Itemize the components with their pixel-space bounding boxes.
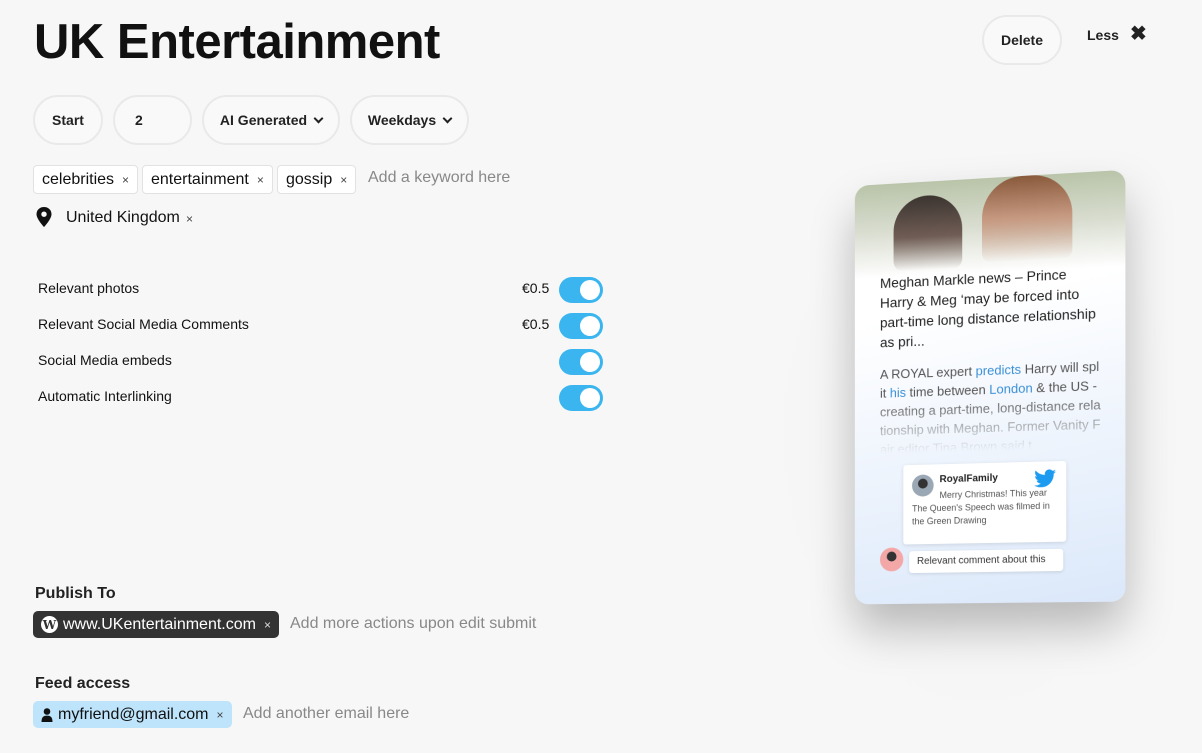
- option-price: €0.5: [522, 280, 550, 296]
- remove-location-icon[interactable]: ×: [186, 212, 193, 226]
- social-embeds-toggle[interactable]: [559, 349, 603, 375]
- twitter-icon: [1034, 469, 1056, 488]
- interlinking-toggle[interactable]: [559, 385, 603, 411]
- tweet-author: RoyalFamily: [939, 472, 998, 486]
- remove-keyword-icon[interactable]: ×: [122, 173, 129, 187]
- remove-site-icon[interactable]: ×: [264, 618, 271, 632]
- keyword-chip: gossip ×: [277, 165, 357, 194]
- feed-heading: Feed access: [35, 675, 131, 692]
- remove-keyword-icon[interactable]: ×: [257, 173, 264, 187]
- body-link[interactable]: London: [989, 380, 1032, 397]
- publish-heading: Publish To: [35, 585, 116, 602]
- publish-site-chip: W www.UKentertainment.com ×: [33, 611, 279, 638]
- comment-avatar: [879, 547, 904, 572]
- keyword-label: gossip: [286, 170, 333, 188]
- start-label: Start: [52, 112, 84, 128]
- option-label: Social Media embeds: [38, 352, 172, 368]
- count-input[interactable]: 2: [113, 95, 192, 145]
- person-silhouette: [893, 193, 963, 272]
- chevron-down-icon: [313, 113, 324, 124]
- tweet-text: Merry Christmas! This year The Queen's S…: [912, 487, 1050, 527]
- person-silhouette: [982, 172, 1073, 264]
- less-button[interactable]: Less: [1087, 27, 1119, 43]
- delete-label: Delete: [1000, 32, 1044, 48]
- page-title: UK Entertainment: [34, 15, 440, 69]
- body-text: time between: [905, 381, 990, 400]
- keyword-chip: celebrities ×: [33, 165, 139, 194]
- delete-button[interactable]: Delete: [982, 15, 1062, 65]
- mode-dropdown[interactable]: AI Generated: [202, 95, 340, 145]
- location-label: United Kingdom: [66, 209, 180, 226]
- body-text: A ROYAL expert: [879, 363, 976, 382]
- chevron-down-icon: [442, 113, 453, 124]
- email-chip: myfriend@gmail.com ×: [33, 701, 232, 728]
- body-link[interactable]: his: [890, 385, 906, 400]
- social-comments-toggle[interactable]: [559, 313, 603, 339]
- article-title: Meghan Markle news – Prince Harry & Meg …: [879, 266, 1096, 351]
- count-value: 2: [135, 112, 143, 128]
- keyword-chip: entertainment ×: [142, 165, 273, 194]
- email-label: myfriend@gmail.com: [58, 705, 209, 723]
- location-pin-icon: [36, 207, 52, 227]
- close-icon[interactable]: ✖: [1130, 24, 1147, 44]
- remove-keyword-icon[interactable]: ×: [340, 173, 347, 187]
- embedded-tweet: RoyalFamily Merry Christmas! This year T…: [903, 460, 1067, 545]
- schedule-dropdown[interactable]: Weekdays: [350, 95, 469, 145]
- article-body: A ROYAL expert predicts Harry will split…: [880, 357, 1101, 454]
- option-label: Relevant Social Media Comments: [38, 316, 249, 332]
- mode-label: AI Generated: [219, 112, 308, 128]
- comment-bubble: Relevant comment about this: [909, 548, 1064, 574]
- option-price: €0.5: [522, 316, 550, 332]
- option-label: Relevant photos: [38, 280, 140, 296]
- publish-site-label: www.UKentertainment.com: [63, 615, 256, 633]
- add-email-input[interactable]: Add another email here: [243, 705, 409, 723]
- body-link[interactable]: predicts: [976, 362, 1021, 379]
- keyword-input[interactable]: Add a keyword here: [368, 169, 510, 187]
- user-icon: [41, 707, 53, 722]
- keyword-label: entertainment: [151, 170, 249, 188]
- keyword-label: celebrities: [42, 170, 115, 188]
- remove-email-icon[interactable]: ×: [217, 708, 224, 722]
- start-button[interactable]: Start: [33, 95, 103, 145]
- wordpress-icon: W: [41, 616, 58, 633]
- article-preview-card: Meghan Markle news – Prince Harry & Meg …: [854, 169, 1126, 605]
- relevant-photos-toggle[interactable]: [559, 277, 603, 303]
- option-label: Automatic Interlinking: [38, 388, 172, 404]
- schedule-label: Weekdays: [367, 112, 437, 128]
- add-action-input[interactable]: Add more actions upon edit submit: [290, 615, 536, 633]
